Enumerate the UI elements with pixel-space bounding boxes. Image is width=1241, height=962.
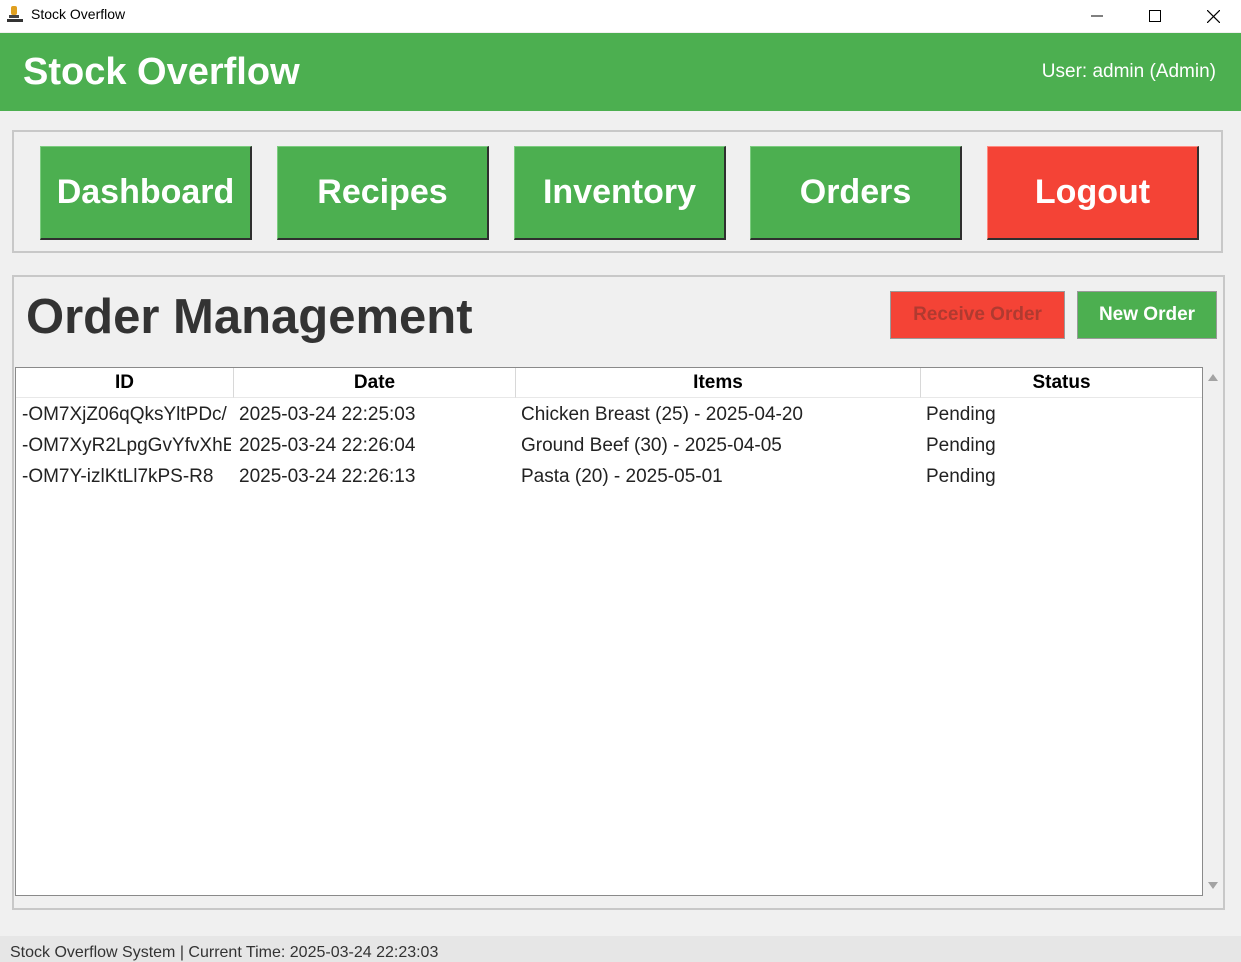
status-text: Stock Overflow System | Current Time: 20… bbox=[10, 944, 439, 961]
brand-title: Stock Overflow bbox=[23, 51, 300, 93]
app-icon bbox=[7, 6, 23, 22]
receive-order-button[interactable]: Receive Order bbox=[890, 291, 1065, 339]
order-id-cell: -OM7XyR2LpgGvYfvXhE bbox=[22, 435, 231, 456]
column-header-id[interactable]: ID bbox=[16, 368, 234, 398]
minimize-button[interactable] bbox=[1068, 0, 1126, 32]
user-label: User: admin (Admin) bbox=[1041, 61, 1216, 82]
order-status-cell: Pending bbox=[926, 435, 996, 456]
orders-table[interactable]: ID Date Items Status -OM7XjZ06qQksYltPDc… bbox=[15, 367, 1203, 896]
window-titlebar: Stock Overflow bbox=[0, 0, 1241, 32]
column-header-date[interactable]: Date bbox=[234, 368, 516, 398]
close-button[interactable] bbox=[1184, 0, 1241, 32]
maximize-icon bbox=[1149, 10, 1161, 22]
orders-button[interactable]: Orders bbox=[750, 146, 962, 240]
order-id-cell: -OM7Y-izlKtLl7kPS-R8 bbox=[22, 466, 214, 487]
table-scrollbar[interactable] bbox=[1203, 367, 1223, 896]
close-icon bbox=[1206, 9, 1220, 23]
order-items-cell: Ground Beef (30) - 2025-04-05 bbox=[521, 435, 782, 456]
inventory-button[interactable]: Inventory bbox=[514, 146, 726, 240]
dashboard-button[interactable]: Dashboard bbox=[40, 146, 252, 240]
recipes-button[interactable]: Recipes bbox=[277, 146, 489, 240]
scroll-down-icon[interactable] bbox=[1208, 882, 1218, 889]
order-status-cell: Pending bbox=[926, 466, 996, 487]
table-row[interactable]: -OM7XjZ06qQksYltPDc/ 2025-03-24 22:25:03… bbox=[16, 399, 1202, 430]
scroll-up-icon[interactable] bbox=[1208, 374, 1218, 381]
column-header-items[interactable]: Items bbox=[516, 368, 921, 398]
order-status-cell: Pending bbox=[926, 404, 996, 425]
order-date-cell: 2025-03-24 22:26:04 bbox=[239, 435, 416, 456]
table-row[interactable]: -OM7Y-izlKtLl7kPS-R8 2025-03-24 22:26:13… bbox=[16, 461, 1202, 492]
order-id-cell: -OM7XjZ06qQksYltPDc/ bbox=[22, 404, 227, 425]
maximize-button[interactable] bbox=[1126, 0, 1184, 32]
minimize-icon bbox=[1091, 15, 1103, 17]
logout-button[interactable]: Logout bbox=[987, 146, 1199, 240]
table-row[interactable]: -OM7XyR2LpgGvYfvXhE 2025-03-24 22:26:04 … bbox=[16, 430, 1202, 461]
new-order-button[interactable]: New Order bbox=[1077, 291, 1217, 339]
order-items-cell: Chicken Breast (25) - 2025-04-20 bbox=[521, 404, 803, 425]
window-title: Stock Overflow bbox=[31, 6, 126, 22]
order-items-cell: Pasta (20) - 2025-05-01 bbox=[521, 466, 723, 487]
page-title: Order Management bbox=[26, 290, 473, 344]
order-date-cell: 2025-03-24 22:25:03 bbox=[239, 404, 416, 425]
column-header-status[interactable]: Status bbox=[921, 368, 1202, 398]
order-date-cell: 2025-03-24 22:26:13 bbox=[239, 466, 416, 487]
